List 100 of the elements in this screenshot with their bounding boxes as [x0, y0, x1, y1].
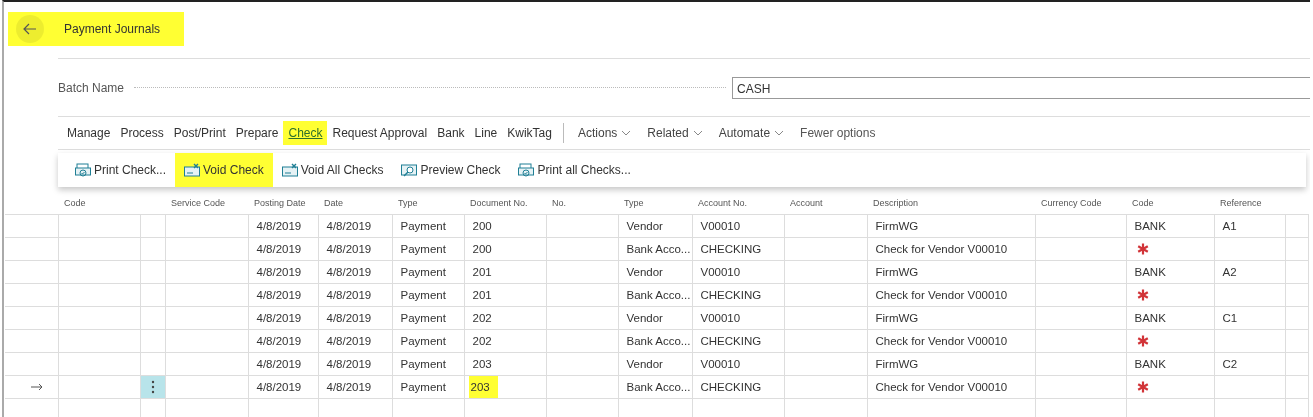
row-menu-button[interactable]	[141, 376, 164, 398]
table-cell-text: Check for Vendor V00010	[874, 288, 1009, 303]
column-header[interactable]: Document No.	[470, 198, 528, 208]
field-label: Batch Name	[58, 80, 125, 95]
menu-tab[interactable]: Bank	[432, 121, 470, 145]
table-cell-text: Payment	[399, 265, 447, 280]
menu-tab[interactable]: Post/Print	[168, 121, 231, 145]
table-cell-text: Payment	[399, 380, 447, 395]
chevron-down-icon	[774, 130, 785, 136]
table-cell-text: Vendor	[625, 219, 664, 234]
column-header[interactable]: Type	[624, 198, 644, 208]
check-with-cross-icon	[184, 163, 201, 177]
printer-icon	[75, 163, 91, 177]
table-cell-text: Payment	[399, 288, 447, 303]
table-cell-text: Payment	[399, 242, 447, 257]
menu-tab[interactable]: Process	[115, 121, 169, 145]
table-cell-text: BANK	[1133, 265, 1167, 280]
menu-tab[interactable]: Manage	[62, 121, 116, 145]
table-cell-text: 4/8/2019	[255, 334, 303, 349]
table-cell-text: FirmWG	[874, 311, 920, 326]
table-cell-text: Vendor	[625, 357, 664, 372]
fewer-options-link[interactable]: Fewer options	[792, 121, 884, 145]
column-header[interactable]: Code	[1132, 198, 1154, 208]
table-cell-text: Bank Acco...	[625, 288, 691, 303]
table-cell-text: 4/8/2019	[325, 242, 373, 257]
table-cell-text: CHECKING	[699, 242, 763, 257]
page-title: Payment Journals	[64, 22, 161, 36]
table-cell-text: Payment	[399, 357, 447, 372]
column-header[interactable]: Account No.	[698, 198, 748, 208]
menu-tab[interactable]: KwikTag	[502, 121, 557, 145]
table-cell-text: Check for Vendor V00010	[874, 242, 1009, 257]
menu-tab[interactable]: Line	[469, 121, 503, 145]
table-cell-text: V00010	[699, 357, 742, 372]
table-cell-text: 4/8/2019	[255, 311, 303, 326]
column-header[interactable]: Reference	[1220, 198, 1262, 208]
table-cell-text: C1	[1221, 311, 1239, 326]
table-cell-text: A2	[1221, 265, 1238, 280]
table-cell-text: C2	[1221, 357, 1239, 372]
table-cell-text: Bank Acco...	[625, 380, 691, 395]
chevron-down-icon	[692, 130, 703, 136]
action-button[interactable]: Preview Check	[392, 153, 510, 187]
table-cell-text: V00010	[699, 265, 742, 280]
table-cell-text: V00010	[699, 311, 742, 326]
menu-tab[interactable]: Request Approval	[327, 121, 433, 145]
table-cell-text: Check for Vendor V00010	[874, 334, 1009, 349]
table-cell-text: 202	[471, 334, 493, 349]
table-cell-text: BANK	[1133, 219, 1167, 234]
table-cell-text: FirmWG	[874, 219, 920, 234]
table-cell-text: 4/8/2019	[325, 334, 373, 349]
right-arrow-icon	[31, 383, 43, 391]
action-button[interactable]: Void All Checks	[272, 153, 393, 187]
action-button[interactable]: Print Check...	[66, 153, 176, 187]
table-cell-text: 4/8/2019	[325, 311, 373, 326]
table-cell-text: 4/8/2019	[325, 380, 373, 395]
column-header[interactable]: Account	[790, 198, 823, 208]
printer-icon	[518, 163, 535, 177]
more-options-icon	[150, 380, 155, 394]
action-button[interactable]: Print all Checks...	[509, 153, 640, 187]
column-header[interactable]: Description	[873, 198, 919, 208]
table-cell-text: 200	[471, 242, 493, 257]
table-cell-text: 203	[471, 357, 493, 372]
column-header[interactable]: Posting Date	[254, 198, 306, 208]
table-cell: 203	[468, 376, 498, 398]
table-cell-text: CHECKING	[699, 334, 763, 349]
table-cell-text: CHECKING	[699, 288, 763, 303]
table-cell-text: 202	[471, 311, 493, 326]
table-cell-text: BANK	[1133, 357, 1167, 372]
table-cell-text: 201	[471, 265, 493, 280]
table-cell-text: 4/8/2019	[255, 242, 303, 257]
column-header[interactable]: Service Code	[171, 198, 226, 208]
table-cell-text: V00010	[699, 219, 742, 234]
table-cell-text: FirmWG	[874, 357, 920, 372]
table-cell-text: 4/8/2019	[325, 357, 373, 372]
menu-tab[interactable]: Prepare	[230, 121, 284, 145]
batch-name-field[interactable]: CASH	[732, 76, 1310, 99]
check-with-cross-icon	[281, 163, 298, 177]
table-cell-text: 4/8/2019	[255, 288, 303, 303]
back-button[interactable]	[16, 15, 44, 43]
column-header[interactable]: Currency Code	[1041, 198, 1102, 208]
table-cell-text: 4/8/2019	[255, 265, 303, 280]
chevron-down-icon	[621, 130, 632, 136]
table-cell-text: CHECKING	[699, 380, 763, 395]
table-cell-text: Vendor	[625, 311, 664, 326]
menu-dropdown[interactable]: Related	[639, 121, 711, 145]
column-header[interactable]: Code	[64, 198, 86, 208]
menu-tab[interactable]: Check	[283, 121, 328, 145]
table-cell-text: 4/8/2019	[325, 288, 373, 303]
table-cell-text: A1	[1221, 219, 1238, 234]
column-header[interactable]: No.	[552, 198, 566, 208]
table-cell-text: 4/8/2019	[325, 265, 373, 280]
table-cell-text: 200	[471, 219, 493, 234]
table-cell-text: 201	[471, 288, 493, 303]
table-cell-text: Check for Vendor V00010	[874, 380, 1009, 395]
table-cell-text: FirmWG	[874, 265, 920, 280]
menu-dropdown[interactable]: Actions	[569, 121, 640, 145]
column-header[interactable]: Type	[398, 198, 418, 208]
column-header[interactable]: Date	[324, 198, 343, 208]
action-button[interactable]: Void Check	[175, 153, 273, 187]
menu-dropdown[interactable]: Automate	[710, 121, 793, 145]
table-cell-text: Payment	[399, 219, 447, 234]
